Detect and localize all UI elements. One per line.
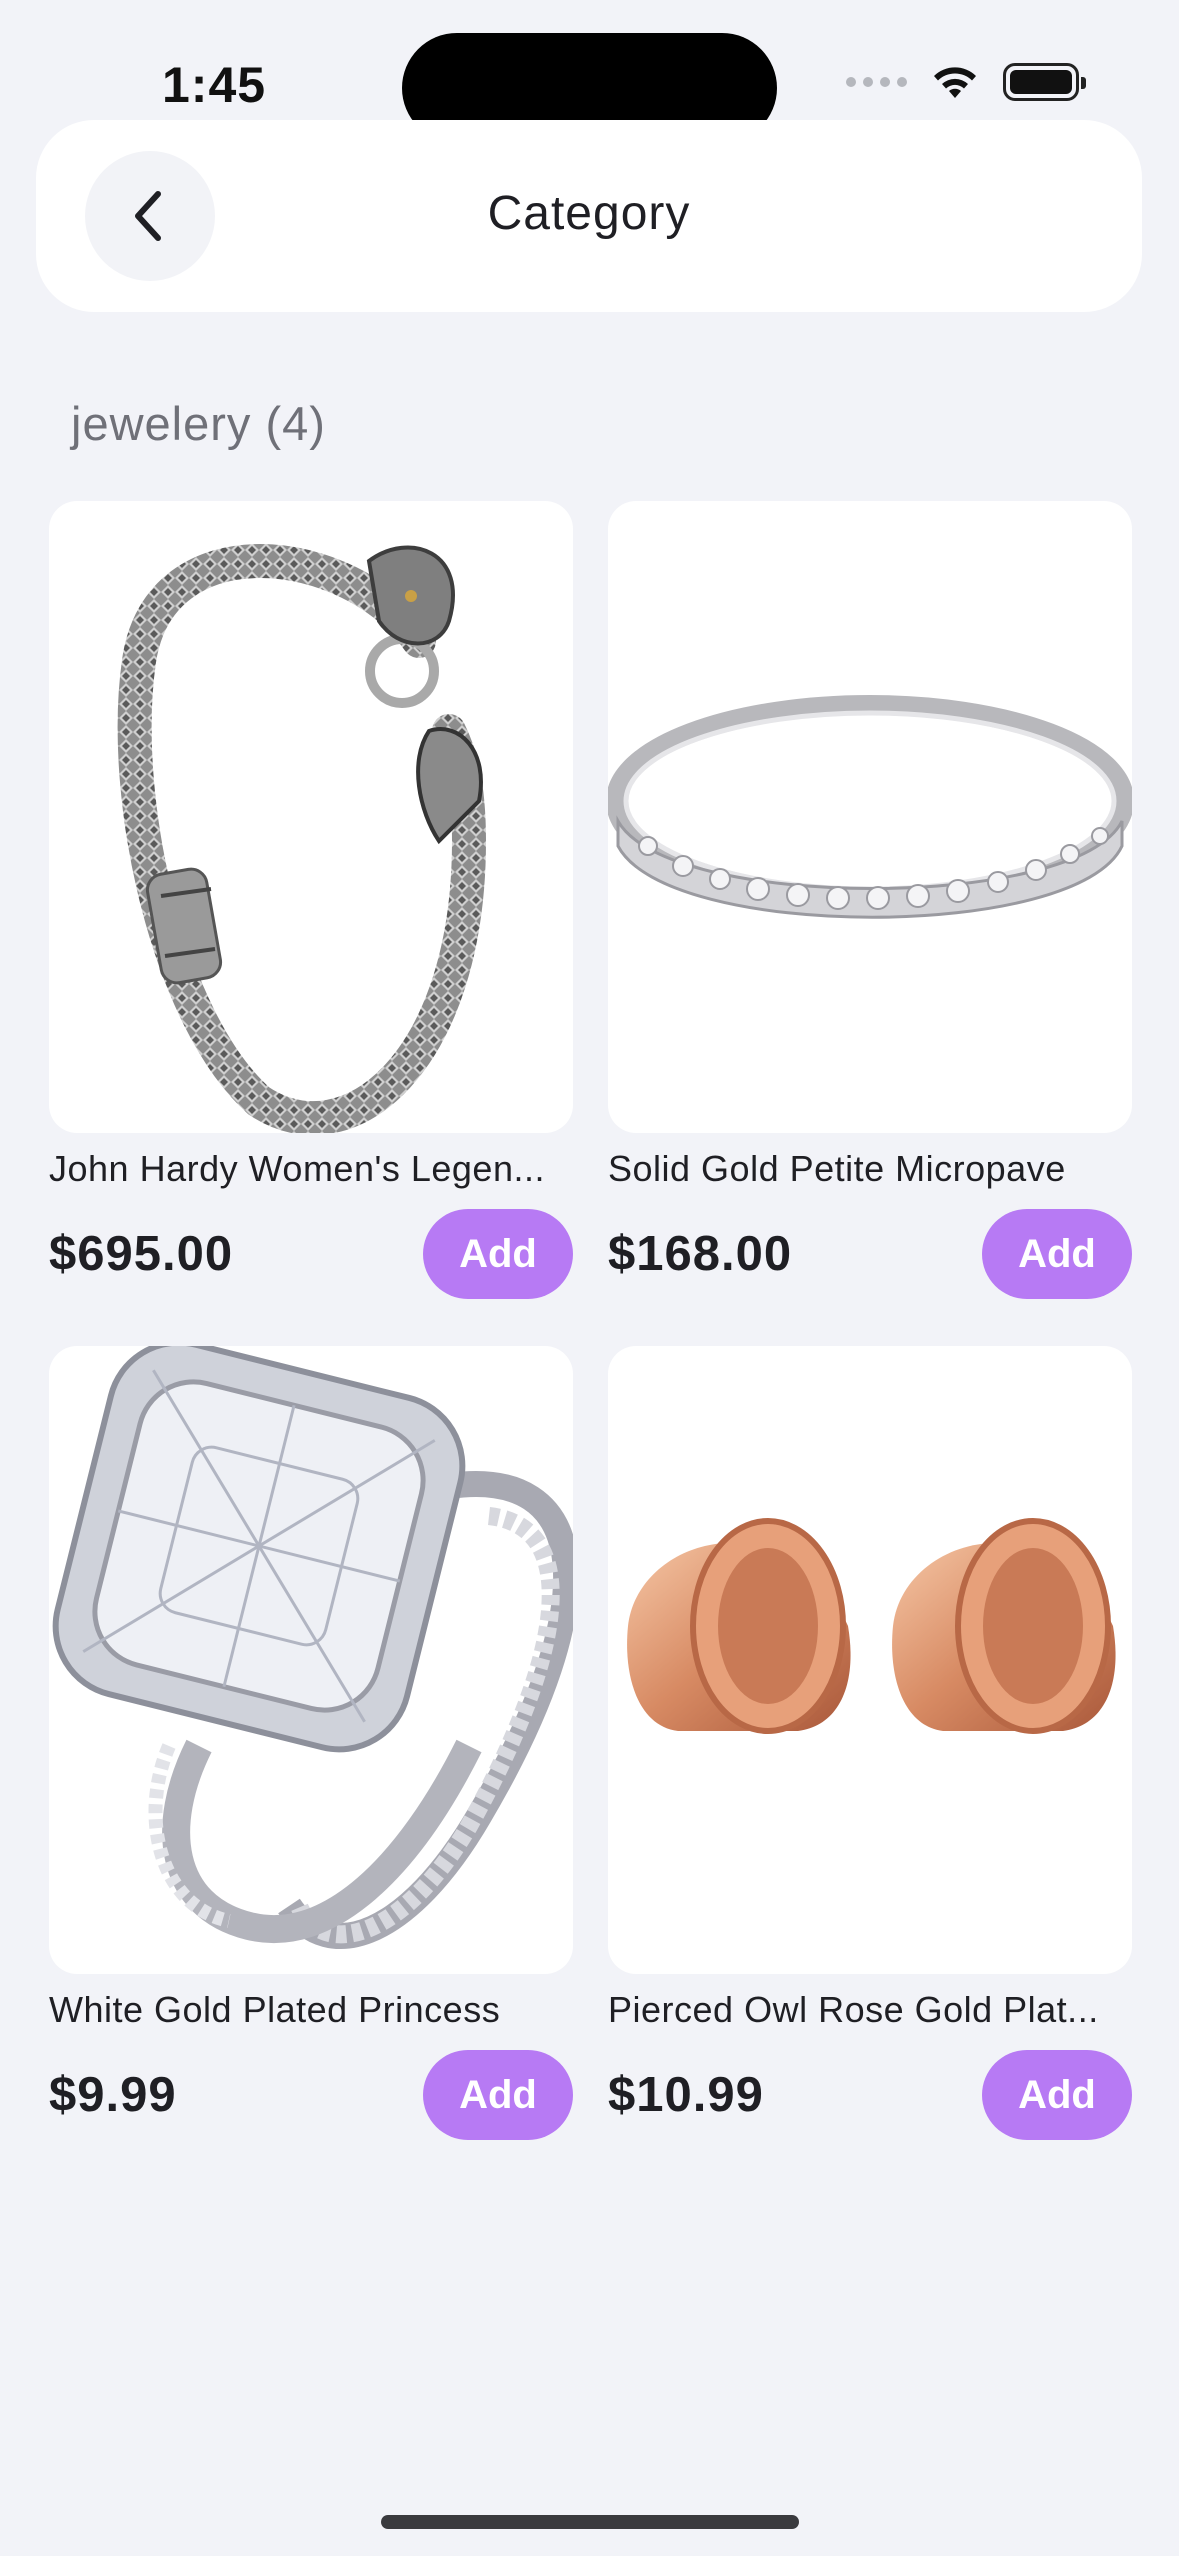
product-image-bracelet[interactable] bbox=[49, 501, 573, 1133]
add-to-cart-button[interactable]: Add bbox=[982, 2050, 1132, 2140]
product-card[interactable]: Solid Gold Petite Micropave $168.00 Add bbox=[608, 501, 1132, 1299]
status-time: 1:45 bbox=[162, 57, 267, 113]
product-name: Pierced Owl Rose Gold Plat... bbox=[608, 1989, 1099, 2030]
home-indicator[interactable] bbox=[381, 2515, 799, 2529]
product-price: $9.99 bbox=[49, 2068, 177, 2122]
battery-icon bbox=[1003, 63, 1086, 101]
product-price: $168.00 bbox=[608, 1227, 793, 1281]
category-heading: jewelery (4) bbox=[71, 397, 326, 450]
product-image-princess-ring[interactable] bbox=[49, 1346, 573, 1974]
product-price: $695.00 bbox=[49, 1227, 234, 1281]
signal-icon bbox=[846, 77, 907, 87]
add-to-cart-button[interactable]: Add bbox=[423, 2050, 573, 2140]
product-card[interactable]: John Hardy Women's Legen... $695.00 Add bbox=[49, 501, 573, 1299]
add-to-cart-button[interactable]: Add bbox=[423, 1209, 573, 1299]
product-name: Solid Gold Petite Micropave bbox=[608, 1148, 1066, 1189]
wifi-icon bbox=[934, 67, 976, 98]
product-image-tunnel-plugs[interactable] bbox=[608, 1346, 1132, 1974]
product-name: White Gold Plated Princess bbox=[49, 1989, 501, 2030]
page-title: Category bbox=[487, 187, 691, 240]
product-card[interactable]: White Gold Plated Princess $9.99 Add bbox=[49, 1346, 573, 2140]
product-name: John Hardy Women's Legen... bbox=[49, 1148, 545, 1189]
product-card[interactable]: Pierced Owl Rose Gold Plat... $10.99 Add bbox=[608, 1346, 1132, 2140]
header-bar: Category bbox=[36, 120, 1142, 312]
screen: 1:45 Category jewelery (4) John Hardy Wo… bbox=[0, 0, 1179, 2556]
product-price: $10.99 bbox=[608, 2068, 764, 2122]
product-image-band-ring[interactable] bbox=[608, 501, 1132, 1133]
status-icons bbox=[846, 62, 1086, 102]
add-to-cart-button[interactable]: Add bbox=[982, 1209, 1132, 1299]
